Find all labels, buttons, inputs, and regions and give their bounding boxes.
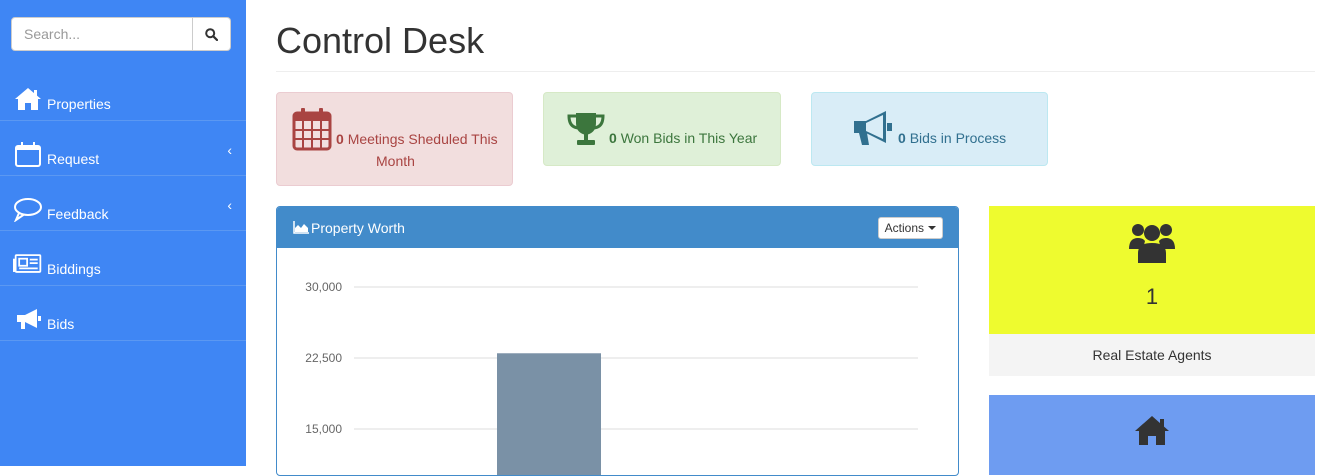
calendar-icon — [292, 108, 332, 151]
newspaper-icon — [13, 254, 42, 273]
sidebar-item-label: Biddings — [47, 261, 101, 277]
sidebar-item-properties[interactable]: Properties — [0, 66, 246, 121]
bar[interactable] — [497, 353, 601, 476]
actions-label: Actions — [884, 221, 924, 235]
stat-card-bids-in-process[interactable]: 0 Bids in Process — [811, 92, 1048, 166]
sidebar-item-bids[interactable]: Bids — [0, 286, 246, 341]
search-bar — [11, 17, 231, 51]
sidebar-item-request[interactable]: Request ‹ — [0, 121, 246, 176]
panel-header: Property Worth Actions — [277, 207, 958, 248]
stat-count: 0 — [898, 130, 906, 146]
stat-card-meetings[interactable]: 0 Meetings Sheduled This Month — [276, 92, 513, 186]
sidebar-item-label: Properties — [47, 96, 111, 112]
search-input[interactable] — [11, 17, 193, 51]
sidebar-item-label: Request — [47, 151, 100, 167]
tile-count: 1 — [1145, 284, 1159, 309]
tile-top: 1 — [989, 206, 1315, 334]
trophy-icon — [567, 113, 605, 145]
caret-down-icon — [928, 226, 936, 230]
calendar-icon — [15, 142, 41, 167]
bullhorn-icon — [17, 309, 41, 329]
stat-label-cont: Month — [376, 153, 415, 169]
stat-label: Won Bids in This Year — [620, 130, 758, 146]
stat-count: 0 — [336, 131, 344, 147]
stat-card-won-bids[interactable]: 0 Won Bids in This Year — [543, 92, 781, 166]
speech-bubble-icon — [14, 198, 42, 222]
area-chart-icon — [293, 221, 309, 234]
y-tick-label: 15,000 — [305, 422, 342, 436]
property-worth-chart: 30,000 22,500 15,000 — [305, 280, 918, 476]
chevron-left-icon[interactable]: ‹ — [227, 197, 232, 213]
sidebar: Properties Request ‹ Feedback ‹ Biddings… — [0, 0, 246, 466]
stat-label: Meetings Sheduled This — [347, 131, 498, 147]
y-tick-label: 22,500 — [305, 351, 342, 365]
property-worth-panel: Property Worth Actions 30,000 22,500 15,00… — [276, 206, 959, 476]
chevron-left-icon[interactable]: ‹ — [227, 142, 232, 158]
properties-tile[interactable] — [989, 395, 1315, 475]
home-icon — [1135, 416, 1169, 445]
tile-label: Real Estate Agents — [989, 334, 1315, 376]
real-estate-agents-tile[interactable]: 1 Real Estate Agents — [989, 206, 1315, 376]
page-title: Control Desk — [276, 20, 485, 61]
search-icon — [205, 27, 218, 41]
bullhorn-icon — [854, 111, 892, 145]
sidebar-item-label: Bids — [47, 316, 75, 332]
search-button[interactable] — [193, 17, 231, 51]
sidebar-item-biddings[interactable]: Biddings — [0, 231, 246, 286]
panel-title: Property Worth — [311, 220, 405, 236]
stat-count: 0 — [609, 130, 617, 146]
home-icon — [15, 88, 41, 110]
sidebar-item-feedback[interactable]: Feedback ‹ — [0, 176, 246, 231]
users-icon — [1129, 224, 1175, 263]
y-tick-label: 30,000 — [305, 280, 342, 294]
stat-label: Bids in Process — [909, 130, 1007, 146]
sidebar-item-label: Feedback — [47, 206, 109, 222]
sidebar-nav: Properties Request ‹ Feedback ‹ Biddings… — [0, 66, 246, 341]
actions-dropdown[interactable]: Actions — [877, 217, 943, 239]
divider — [276, 71, 1315, 72]
